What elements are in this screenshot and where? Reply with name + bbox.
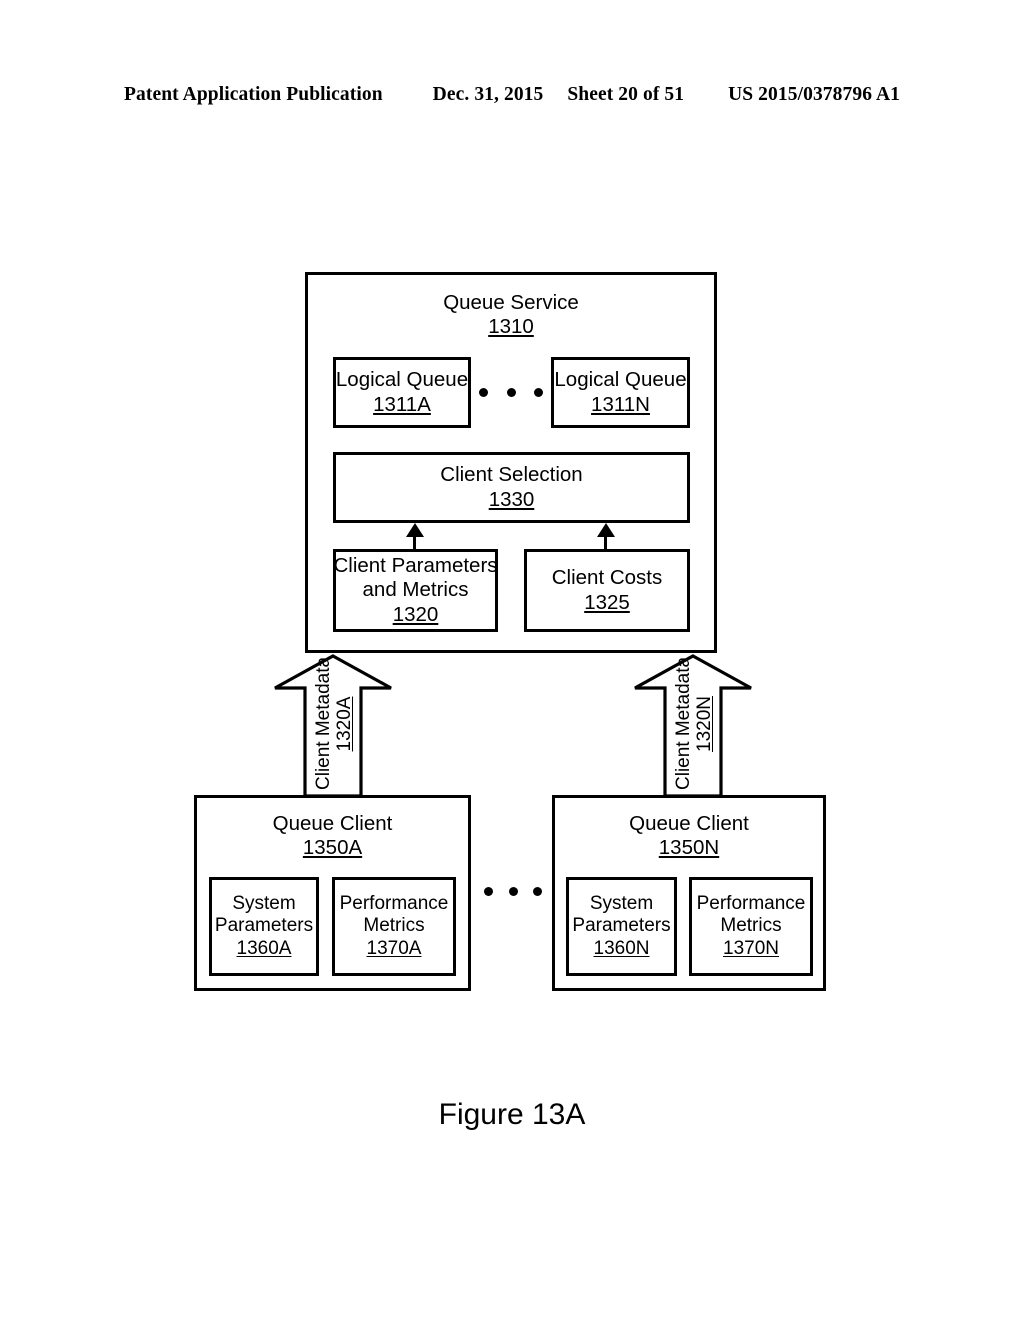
performance-metrics-n-label-line2: Metrics [720, 915, 782, 937]
queue-client-ellipsis [484, 881, 542, 901]
system-parameters-n-label-line2: Parameters [572, 915, 671, 937]
client-metadata-n-label: Client Metadata [673, 656, 694, 790]
arrow-client-parameters-to-selection [406, 523, 424, 550]
logical-queue-ellipsis [479, 382, 543, 402]
logical-queue-a-number: 1311A [373, 392, 431, 416]
logical-queue-n-box: Logical Queue 1311N [551, 357, 690, 428]
client-metadata-n-label-group: Client Metadata 1320N [673, 656, 716, 790]
logical-queue-a-label: Logical Queue [335, 368, 469, 392]
system-parameters-a-label-line1: System [232, 892, 296, 914]
figure-caption: Figure 13A [438, 1098, 586, 1131]
performance-metrics-n-box: Performance Metrics 1370N [689, 877, 813, 976]
logical-queue-n-label: Logical Queue [554, 368, 687, 392]
queue-client-n-number: 1350N [658, 836, 720, 859]
client-metadata-a-number: 1320A [334, 696, 356, 752]
client-selection-label: Client Selection [440, 463, 583, 487]
client-parameters-label-line1: Client Parameters [333, 554, 498, 578]
system-parameters-a-number: 1360A [236, 937, 292, 959]
ellipsis-dot [534, 387, 543, 397]
client-parameters-and-metrics-box: Client Parameters and Metrics 1320 [333, 549, 498, 632]
queue-service-number: 1310 [488, 315, 534, 338]
client-metadata-a-label: Client Metadata [313, 656, 334, 790]
client-metadata-n-number: 1320N [694, 696, 716, 752]
arrow-client-costs-to-selection [597, 523, 615, 550]
client-costs-label: Client Costs [551, 566, 663, 590]
system-parameters-a-box: System Parameters 1360A [209, 877, 319, 976]
system-parameters-n-box: System Parameters 1360N [566, 877, 677, 976]
performance-metrics-a-label-line2: Metrics [363, 915, 425, 937]
system-parameters-a-label-line2: Parameters [214, 915, 314, 937]
performance-metrics-a-number: 1370A [366, 937, 422, 959]
queue-client-n-title: Queue Client 1350N [552, 812, 826, 860]
queue-service-label: Queue Service [443, 291, 579, 314]
ellipsis-dot [508, 886, 518, 896]
arrow-shaft [413, 534, 416, 550]
performance-metrics-a-box: Performance Metrics 1370A [332, 877, 456, 976]
ellipsis-dot [484, 886, 493, 896]
client-costs-number: 1325 [584, 590, 630, 614]
logical-queue-a-box: Logical Queue 1311A [333, 357, 471, 428]
queue-client-a-number: 1350A [302, 836, 363, 859]
system-parameters-n-label-line1: System [589, 892, 654, 914]
queue-client-a-label: Queue Client [272, 812, 393, 835]
logical-queue-n-number: 1311N [591, 392, 650, 416]
ellipsis-dot [533, 886, 542, 896]
queue-service-title: Queue Service 1310 [305, 291, 717, 339]
client-selection-box: Client Selection 1330 [333, 452, 690, 523]
client-parameters-number: 1320 [392, 602, 439, 626]
client-parameters-label-line2: and Metrics [362, 578, 469, 602]
client-selection-number: 1330 [488, 487, 535, 511]
client-metadata-a-label-group: Client Metadata 1320A [313, 656, 356, 790]
system-parameters-n-number: 1360N [593, 937, 650, 959]
performance-metrics-n-number: 1370N [723, 937, 779, 959]
queue-client-n-label: Queue Client [629, 812, 749, 835]
client-costs-box: Client Costs 1325 [524, 549, 690, 632]
queue-client-a-title: Queue Client 1350A [194, 812, 471, 860]
arrow-shaft [604, 534, 607, 550]
ellipsis-dot [506, 387, 516, 397]
ellipsis-dot [479, 387, 488, 397]
performance-metrics-n-label-line1: Performance [696, 892, 806, 914]
performance-metrics-a-label-line1: Performance [339, 892, 449, 914]
